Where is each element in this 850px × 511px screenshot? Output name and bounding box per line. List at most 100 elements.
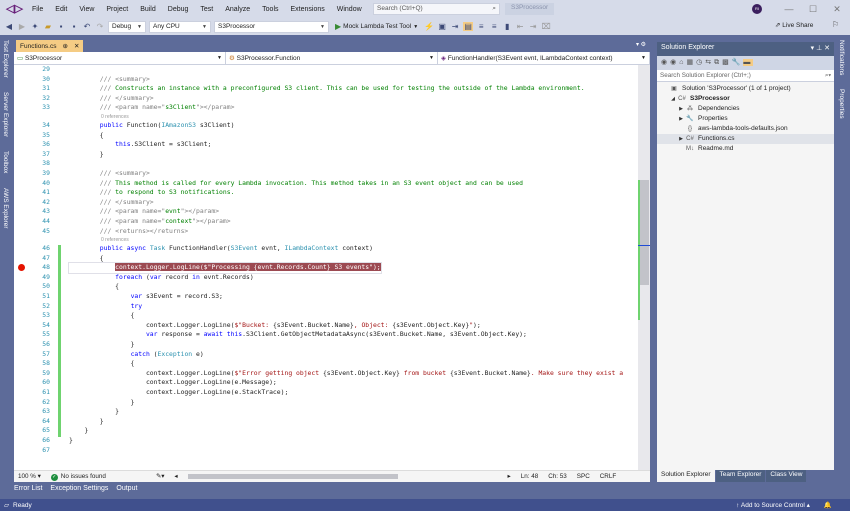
platform-dropdown[interactable]: Any CPU ▼	[149, 20, 211, 33]
code-editor[interactable]: ▭ S3Processor ▼ ⚙ S3Processor.Function ▼ ◈…	[14, 52, 650, 482]
menu-edit[interactable]: Edit	[49, 6, 73, 13]
project-dropdown[interactable]: ▭ S3Processor ▼	[14, 52, 226, 64]
comment-icon[interactable]: ≡	[476, 22, 486, 31]
scroll-right-icon[interactable]: ▸	[508, 473, 511, 480]
expand-arrow-icon[interactable]: ▶	[677, 104, 685, 114]
vertical-scrollbar[interactable]	[638, 65, 650, 470]
search-input[interactable]: Search (Ctrl+Q) ⌕	[373, 3, 500, 15]
tree-item[interactable]: ▶ 🔧 Properties	[657, 114, 834, 124]
tool-tab-toolbox[interactable]: Toolbox	[2, 147, 9, 177]
menu-view[interactable]: View	[73, 6, 100, 13]
show-all-files-icon[interactable]: ▩	[722, 59, 732, 66]
new-item-icon[interactable]: ✦	[30, 22, 40, 31]
menu-debug[interactable]: Debug	[162, 6, 195, 13]
feedback-icon[interactable]: ⚐	[832, 20, 839, 29]
collapse-all-icon[interactable]: ⧉	[714, 59, 722, 66]
configuration-dropdown[interactable]: Debug ▼	[108, 20, 146, 33]
open-icon[interactable]: ▰	[43, 22, 53, 31]
horizontal-scrollbar[interactable]	[187, 474, 398, 479]
prev-bookmark-icon[interactable]: ⇤	[515, 22, 525, 31]
undo-icon[interactable]: ↶	[82, 22, 92, 31]
preview-icon[interactable]: ▬	[743, 59, 754, 66]
redo-icon[interactable]: ↷	[95, 22, 105, 31]
visual-studio-logo-icon: ◁▷	[6, 3, 23, 15]
back-icon[interactable]: ◀	[4, 22, 14, 31]
close-tab-icon[interactable]: ✕	[74, 42, 79, 50]
properties-icon[interactable]: 🔧	[732, 59, 744, 66]
menu-build[interactable]: Build	[134, 6, 162, 13]
menu-test[interactable]: Test	[194, 6, 219, 13]
menu-extensions[interactable]: Extensions	[285, 6, 331, 13]
zoom-dropdown[interactable]: 100 % ▾	[18, 473, 41, 480]
tab-team-explorer[interactable]: Team Explorer	[715, 470, 766, 482]
line-ending-indicator[interactable]: CRLF	[600, 473, 616, 480]
source-control-button[interactable]: ↑ Add to Source Control ▴	[736, 501, 810, 509]
minimize-button[interactable]: —	[782, 2, 796, 16]
clear-bookmarks-icon[interactable]: ⌧	[541, 22, 551, 31]
menu-file[interactable]: File	[26, 6, 49, 13]
tool-tab-properties[interactable]: Properties	[838, 85, 845, 123]
member-dropdown[interactable]: ◈ FunctionHandler(S3Event evnt, ILambdaC…	[438, 52, 650, 64]
startup-project-dropdown[interactable]: S3Processor ▼	[214, 20, 329, 33]
navigate-icon[interactable]: ⇥	[450, 22, 460, 31]
tab-functions-cs[interactable]: Functions.cs ⊕ ✕	[16, 40, 84, 52]
run-button[interactable]: ▶ Mock Lambda Test Tool ▼	[332, 22, 421, 31]
avatar[interactable]: RI	[752, 4, 762, 14]
tab-exception-settings[interactable]: Exception Settings	[50, 485, 108, 492]
tool-tab-aws-explorer[interactable]: AWS Explorer	[2, 184, 9, 233]
panel-window-controls[interactable]: ▾ ⊥ ✕	[811, 44, 830, 54]
switch-views-icon[interactable]: ▦	[686, 59, 696, 66]
whitespace-indicator[interactable]: SPC	[577, 473, 590, 480]
tree-item[interactable]: ◢ C# S3Processor	[657, 94, 834, 104]
tree-item[interactable]: ▶ C# Functions.cs	[657, 134, 834, 144]
notifications-bell-icon[interactable]: 🔔	[824, 501, 832, 509]
menu-project[interactable]: Project	[100, 6, 134, 13]
tree-item[interactable]: M↓ Readme.md	[657, 144, 834, 154]
play-icon: ▶	[335, 22, 342, 31]
tab-class-view[interactable]: Class View	[766, 470, 807, 482]
tab-overflow-icon[interactable]: ▾ ⚙	[636, 41, 646, 48]
issues-indicator[interactable]: ✓ No issues found	[50, 473, 106, 481]
menu-tools[interactable]: Tools	[256, 6, 284, 13]
save-icon[interactable]: ▪	[56, 22, 66, 31]
menu-analyze[interactable]: Analyze	[219, 6, 256, 13]
next-bookmark-icon[interactable]: ⇥	[528, 22, 538, 31]
tab-solution-explorer[interactable]: Solution Explorer	[657, 470, 715, 482]
bookmark-icon[interactable]: ▮	[502, 22, 512, 31]
scroll-left-icon[interactable]: ◂	[174, 473, 177, 480]
code-area[interactable]: 29 30 /// <summary> 31 /// Constructs an i…	[14, 65, 638, 470]
tool-tab-server-explorer[interactable]: Server Explorer	[2, 88, 9, 141]
browser-icon[interactable]: ▣	[437, 22, 447, 31]
save-all-icon[interactable]: ▪	[69, 22, 79, 31]
tab-error-list[interactable]: Error List	[14, 485, 42, 492]
tool-tab-notifications[interactable]: Notifications	[838, 36, 845, 79]
pin-icon[interactable]: ⊕	[63, 42, 68, 50]
toggle-icon[interactable]: ▤	[463, 22, 474, 31]
tree-item[interactable]: {} aws-lambda-tools-defaults.json	[657, 124, 834, 134]
pending-changes-icon[interactable]: ◷	[696, 59, 705, 66]
references-link[interactable]: 0 references	[101, 236, 129, 244]
tool-tab-test-explorer[interactable]: Test Explorer	[2, 36, 9, 82]
forward-icon[interactable]: ▶	[17, 22, 27, 31]
back-icon[interactable]: ◉	[661, 59, 670, 66]
tab-output[interactable]: Output	[116, 485, 137, 492]
solution-search-input[interactable]: Search Solution Explorer (Ctrl+;) ⌕▾	[657, 70, 834, 82]
sync-icon[interactable]: ⇆	[705, 59, 714, 66]
tree-item[interactable]: ▶ ⁂ Dependencies	[657, 104, 834, 114]
forward-icon[interactable]: ◉	[670, 59, 679, 66]
menu-window[interactable]: Window	[331, 6, 368, 13]
live-share-button[interactable]: ⇗ Live Share	[775, 21, 813, 29]
type-dropdown[interactable]: ⚙ S3Processor.Function ▼	[226, 52, 438, 64]
scrollbar-thumb[interactable]	[639, 180, 649, 285]
expand-arrow-icon[interactable]: ▶	[677, 134, 685, 144]
references-link[interactable]: 0 references	[101, 113, 129, 121]
tree-item[interactable]: ▣ Solution 'S3Processor' (1 of 1 project)	[657, 84, 834, 94]
tree-item-label: Properties	[698, 115, 728, 122]
expand-arrow-icon[interactable]: ◢	[669, 94, 677, 104]
uncomment-icon[interactable]: ≡	[489, 22, 499, 31]
maximize-button[interactable]: ☐	[806, 2, 820, 16]
expand-arrow-icon[interactable]: ▶	[677, 114, 685, 124]
hot-reload-icon[interactable]: ⚡	[424, 22, 434, 31]
code-cleanup-icon[interactable]: ✎▾	[156, 473, 164, 480]
close-window-button[interactable]: ✕	[830, 2, 844, 16]
